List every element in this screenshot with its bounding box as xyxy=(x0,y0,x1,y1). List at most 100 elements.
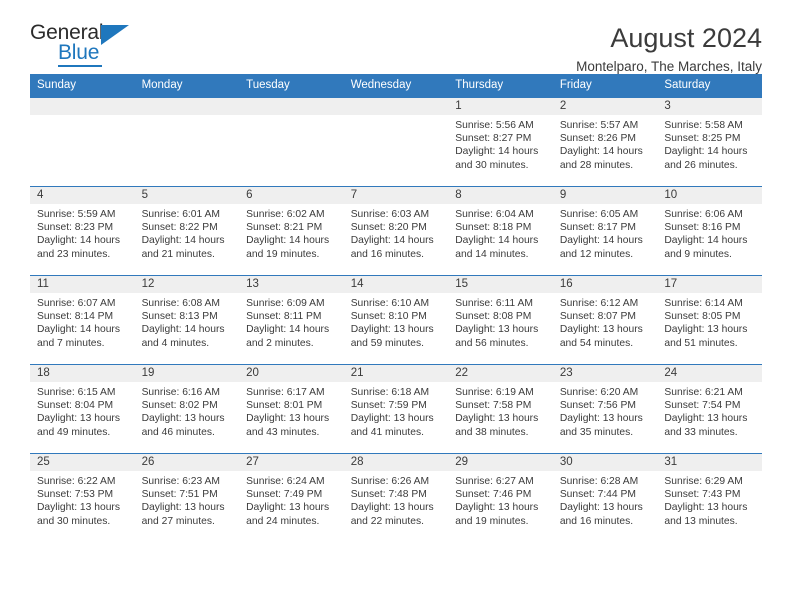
day-detail-daylight-line1: Daylight: 13 hours xyxy=(664,324,748,336)
day-number: 19 xyxy=(134,365,240,382)
calendar-day-cell[interactable]: 31 Sunrise: 6:29 AM Sunset: 7:43 PM Dayligh… xyxy=(657,453,762,542)
day-detail-sunrise: Sunrise: 6:24 AM xyxy=(246,476,325,487)
day-detail-daylight-line1: Daylight: 14 hours xyxy=(559,235,643,247)
day-details: Sunrise: 6:28 AM Sunset: 7:44 PM Daylight:… xyxy=(553,471,658,528)
calendar-day-cell-empty xyxy=(343,97,449,187)
general-blue-logo[interactable]: General Blue xyxy=(30,22,150,68)
weekday-header-wednesday: Wednesday xyxy=(343,74,449,98)
day-number: 8 xyxy=(448,187,553,204)
day-detail-sunrise: Sunrise: 6:07 AM xyxy=(37,298,116,309)
day-detail-daylight-line1: Daylight: 14 hours xyxy=(141,324,225,336)
day-detail-daylight-line2: and 41 minutes. xyxy=(350,426,424,438)
calendar-day-cell[interactable]: 18 Sunrise: 6:15 AM Sunset: 8:04 PM Dayligh… xyxy=(30,364,135,454)
calendar-day-cell[interactable]: 30 Sunrise: 6:28 AM Sunset: 7:44 PM Dayligh… xyxy=(552,453,658,542)
day-details: Sunrise: 6:07 AM Sunset: 8:14 PM Daylight:… xyxy=(30,293,135,350)
day-detail-sunset: Sunset: 8:05 PM xyxy=(664,311,741,323)
day-detail-daylight-line2: and 16 minutes. xyxy=(559,515,634,527)
day-number: 24 xyxy=(657,365,762,382)
day-number: 16 xyxy=(552,276,658,293)
calendar-day-cell[interactable]: 27 Sunrise: 6:24 AM Sunset: 7:49 PM Dayligh… xyxy=(239,453,344,542)
day-details: Sunrise: 5:58 AM Sunset: 8:25 PM Daylight:… xyxy=(657,115,762,172)
calendar-day-cell[interactable]: 12 Sunrise: 6:08 AM Sunset: 8:13 PM Dayligh… xyxy=(134,275,240,365)
day-details: Sunrise: 5:57 AM Sunset: 8:26 PM Daylight:… xyxy=(553,115,658,172)
day-detail-sunset: Sunset: 8:26 PM xyxy=(559,133,636,145)
day-number: 18 xyxy=(30,365,135,382)
calendar-day-cell[interactable]: 6 Sunrise: 6:02 AM Sunset: 8:21 PM Daylight… xyxy=(239,186,344,276)
day-detail-daylight-line2: and 16 minutes. xyxy=(350,248,424,260)
calendar-day-cell[interactable]: 16 Sunrise: 6:12 AM Sunset: 8:07 PM Dayligh… xyxy=(552,275,658,365)
day-detail-sunrise: Sunrise: 6:23 AM xyxy=(141,476,220,487)
day-detail-sunrise: Sunrise: 6:11 AM xyxy=(455,298,533,309)
day-details: Sunrise: 6:05 AM Sunset: 8:17 PM Daylight:… xyxy=(553,204,658,261)
day-detail-daylight-line2: and 30 minutes. xyxy=(37,515,111,527)
day-detail-sunrise: Sunrise: 6:22 AM xyxy=(37,476,116,487)
calendar-day-cell[interactable]: 19 Sunrise: 6:16 AM Sunset: 8:02 PM Dayligh… xyxy=(134,364,240,454)
calendar-day-cell[interactable]: 2 Sunrise: 5:57 AM Sunset: 8:26 PM Daylight… xyxy=(552,97,658,187)
calendar-body: 1 Sunrise: 5:56 AM Sunset: 8:27 PM Daylight… xyxy=(30,97,762,542)
weekday-header-row: Sunday Monday Tuesday Wednesday Thursday… xyxy=(30,74,762,98)
calendar-day-cell[interactable]: 14 Sunrise: 6:10 AM Sunset: 8:10 PM Dayligh… xyxy=(343,275,449,365)
day-detail-sunset: Sunset: 8:23 PM xyxy=(37,222,114,234)
day-detail-daylight-line2: and 27 minutes. xyxy=(141,515,215,527)
day-detail-sunset: Sunset: 7:56 PM xyxy=(559,400,636,412)
day-detail-daylight-line1: Daylight: 13 hours xyxy=(455,324,539,336)
calendar-day-cell[interactable]: 11 Sunrise: 6:07 AM Sunset: 8:14 PM Dayligh… xyxy=(30,275,135,365)
day-number: 27 xyxy=(239,454,344,471)
calendar-day-cell[interactable]: 22 Sunrise: 6:19 AM Sunset: 7:58 PM Dayligh… xyxy=(448,364,553,454)
day-details: Sunrise: 6:18 AM Sunset: 7:59 PM Daylight:… xyxy=(344,382,449,439)
calendar-day-cell[interactable]: 13 Sunrise: 6:09 AM Sunset: 8:11 PM Dayligh… xyxy=(239,275,344,365)
calendar-day-cell[interactable]: 20 Sunrise: 6:17 AM Sunset: 8:01 PM Dayligh… xyxy=(239,364,344,454)
calendar-day-cell[interactable]: 8 Sunrise: 6:04 AM Sunset: 8:18 PM Daylight… xyxy=(448,186,553,276)
calendar-day-cell[interactable]: 9 Sunrise: 6:05 AM Sunset: 8:17 PM Daylight… xyxy=(552,186,658,276)
calendar-day-cell[interactable]: 25 Sunrise: 6:22 AM Sunset: 7:53 PM Dayligh… xyxy=(30,453,135,542)
day-detail-sunrise: Sunrise: 5:59 AM xyxy=(37,209,116,220)
calendar-day-cell[interactable]: 17 Sunrise: 6:14 AM Sunset: 8:05 PM Dayligh… xyxy=(657,275,762,365)
day-detail-daylight-line1: Daylight: 13 hours xyxy=(246,413,330,425)
calendar-day-cell[interactable]: 5 Sunrise: 6:01 AM Sunset: 8:22 PM Daylight… xyxy=(134,186,240,276)
calendar-day-cell[interactable]: 26 Sunrise: 6:23 AM Sunset: 7:51 PM Dayligh… xyxy=(134,453,240,542)
calendar-day-cell[interactable]: 3 Sunrise: 5:58 AM Sunset: 8:25 PM Daylight… xyxy=(657,97,762,187)
day-detail-daylight-line1: Daylight: 13 hours xyxy=(37,413,120,425)
day-number: 26 xyxy=(134,454,240,471)
calendar-day-cell[interactable]: 15 Sunrise: 6:11 AM Sunset: 8:08 PM Dayligh… xyxy=(448,275,553,365)
day-detail-daylight-line1: Daylight: 14 hours xyxy=(350,235,434,247)
calendar-day-cell[interactable]: 4 Sunrise: 5:59 AM Sunset: 8:23 PM Daylight… xyxy=(30,186,135,276)
day-detail-daylight-line2: and 23 minutes. xyxy=(37,248,111,260)
calendar-day-cell[interactable]: 7 Sunrise: 6:03 AM Sunset: 8:20 PM Daylight… xyxy=(343,186,449,276)
day-number: 12 xyxy=(134,276,240,293)
day-detail-daylight-line2: and 19 minutes. xyxy=(455,515,529,527)
day-number: 9 xyxy=(552,187,658,204)
day-number xyxy=(239,98,344,115)
day-detail-daylight-line2: and 38 minutes. xyxy=(455,426,529,438)
calendar-day-cell[interactable]: 24 Sunrise: 6:21 AM Sunset: 7:54 PM Dayligh… xyxy=(657,364,762,454)
day-details: Sunrise: 6:10 AM Sunset: 8:10 PM Daylight:… xyxy=(344,293,449,350)
calendar-day-cell[interactable]: 1 Sunrise: 5:56 AM Sunset: 8:27 PM Daylight… xyxy=(448,97,553,187)
day-detail-daylight-line2: and 26 minutes. xyxy=(664,159,738,171)
calendar-day-cell[interactable]: 23 Sunrise: 6:20 AM Sunset: 7:56 PM Dayligh… xyxy=(552,364,658,454)
day-detail-sunset: Sunset: 8:02 PM xyxy=(141,400,218,412)
day-details: Sunrise: 6:26 AM Sunset: 7:48 PM Daylight:… xyxy=(344,471,449,528)
calendar-day-cell[interactable]: 10 Sunrise: 6:06 AM Sunset: 8:16 PM Dayligh… xyxy=(657,186,762,276)
day-detail-daylight-line1: Daylight: 13 hours xyxy=(455,502,539,514)
day-details: Sunrise: 6:06 AM Sunset: 8:16 PM Daylight:… xyxy=(657,204,762,261)
calendar-day-cell[interactable]: 21 Sunrise: 6:18 AM Sunset: 7:59 PM Dayligh… xyxy=(343,364,449,454)
calendar-day-cell[interactable]: 29 Sunrise: 6:27 AM Sunset: 7:46 PM Dayligh… xyxy=(448,453,553,542)
day-number: 5 xyxy=(134,187,240,204)
day-number: 23 xyxy=(552,365,658,382)
day-number: 14 xyxy=(343,276,449,293)
day-detail-daylight-line2: and 46 minutes. xyxy=(141,426,215,438)
calendar-day-cell[interactable]: 28 Sunrise: 6:26 AM Sunset: 7:48 PM Dayligh… xyxy=(343,453,449,542)
day-details: Sunrise: 6:15 AM Sunset: 8:04 PM Daylight:… xyxy=(30,382,135,439)
day-detail-daylight-line1: Daylight: 14 hours xyxy=(664,146,748,158)
day-detail-sunrise: Sunrise: 6:28 AM xyxy=(559,476,639,487)
day-detail-daylight-line1: Daylight: 13 hours xyxy=(559,324,643,336)
day-detail-sunrise: Sunrise: 6:03 AM xyxy=(350,209,430,220)
day-details: Sunrise: 6:19 AM Sunset: 7:58 PM Daylight:… xyxy=(448,382,553,439)
day-detail-daylight-line2: and 30 minutes. xyxy=(455,159,529,171)
page-masthead: General Blue August 2024 Montelparo, The… xyxy=(30,0,762,74)
day-details: Sunrise: 6:04 AM Sunset: 8:18 PM Daylight:… xyxy=(448,204,553,261)
weekday-header-tuesday: Tuesday xyxy=(239,74,344,98)
day-detail-daylight-line1: Daylight: 13 hours xyxy=(350,502,434,514)
day-details: Sunrise: 6:20 AM Sunset: 7:56 PM Daylight:… xyxy=(553,382,658,439)
weekday-header-thursday: Thursday xyxy=(448,74,553,98)
